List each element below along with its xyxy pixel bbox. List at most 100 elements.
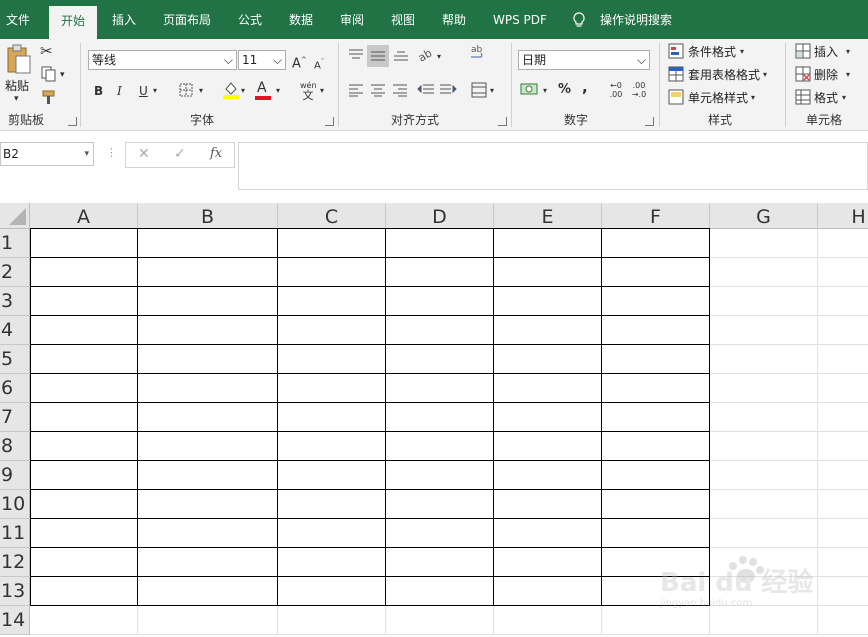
cell-f7[interactable] (602, 403, 710, 432)
cell-b14[interactable] (138, 606, 278, 635)
cell-h7[interactable] (818, 403, 868, 432)
cell-h3[interactable] (818, 287, 868, 316)
cell-b6[interactable] (138, 374, 278, 403)
align-center-icon[interactable] (370, 83, 386, 97)
name-box-dropdown-icon[interactable]: ▾ (84, 143, 89, 165)
column-header-f[interactable]: F (602, 203, 710, 229)
cell-b9[interactable] (138, 461, 278, 490)
row-header-3[interactable]: 3 (0, 287, 30, 316)
more-options-icon[interactable]: ⋮ (106, 146, 117, 159)
cell-b13[interactable] (138, 577, 278, 606)
column-header-e[interactable]: E (494, 203, 602, 229)
shrink-font-icon[interactable]: Aˇ (314, 54, 324, 74)
cell-b1[interactable] (138, 229, 278, 258)
cell-a10[interactable] (30, 490, 138, 519)
conditional-format-button[interactable]: 条件格式 (688, 43, 736, 60)
cell-g2[interactable] (710, 258, 818, 287)
cell-d9[interactable] (386, 461, 494, 490)
cell-a6[interactable] (30, 374, 138, 403)
cell-h1[interactable] (818, 229, 868, 258)
cell-e12[interactable] (494, 548, 602, 577)
cell-d11[interactable] (386, 519, 494, 548)
cell-b12[interactable] (138, 548, 278, 577)
fill-color-dropdown-icon[interactable]: ▾ (241, 83, 245, 99)
column-header-a[interactable]: A (30, 203, 138, 229)
cancel-icon[interactable]: ✕ (138, 146, 150, 162)
cell-c8[interactable] (278, 432, 386, 461)
cell-c5[interactable] (278, 345, 386, 374)
cell-g5[interactable] (710, 345, 818, 374)
delete-cells-button[interactable]: 删除 (814, 66, 838, 83)
cell-d7[interactable] (386, 403, 494, 432)
cell-f1[interactable] (602, 229, 710, 258)
cell-f8[interactable] (602, 432, 710, 461)
cell-e11[interactable] (494, 519, 602, 548)
insert-cells-button[interactable]: 插入 (814, 43, 838, 60)
cell-g9[interactable] (710, 461, 818, 490)
formula-input[interactable] (238, 142, 868, 190)
tab-review[interactable]: 审阅 (340, 0, 364, 39)
table-format-dropdown-icon[interactable]: ▾ (763, 67, 767, 83)
cell-f6[interactable] (602, 374, 710, 403)
cell-d1[interactable] (386, 229, 494, 258)
delete-cells-icon[interactable] (795, 66, 811, 82)
cell-h9[interactable] (818, 461, 868, 490)
align-middle-button[interactable] (367, 45, 389, 67)
cell-a12[interactable] (30, 548, 138, 577)
cell-e13[interactable] (494, 577, 602, 606)
cell-b2[interactable] (138, 258, 278, 287)
row-header-7[interactable]: 7 (0, 403, 30, 432)
row-header-5[interactable]: 5 (0, 345, 30, 374)
paste-icon[interactable] (6, 44, 32, 76)
column-header-b[interactable]: B (138, 203, 278, 229)
wrap-text-icon[interactable]: ab (470, 43, 488, 63)
copy-icon[interactable] (41, 66, 57, 82)
merge-icon[interactable] (471, 82, 487, 98)
cell-style-icon[interactable] (668, 89, 684, 105)
cell-h8[interactable] (818, 432, 868, 461)
cell-g10[interactable] (710, 490, 818, 519)
borders-dropdown-icon[interactable]: ▾ (199, 83, 203, 99)
font-name-box[interactable]: 等线 ⌵ (88, 50, 237, 70)
table-format-icon[interactable] (668, 66, 684, 82)
fill-color-icon[interactable] (222, 80, 240, 99)
paste-dropdown-icon[interactable]: ▾ (14, 91, 19, 107)
cell-h2[interactable] (818, 258, 868, 287)
underline-button[interactable]: U (139, 83, 148, 99)
column-header-h[interactable]: H (818, 203, 868, 229)
comma-button[interactable]: , (582, 79, 588, 95)
cell-e2[interactable] (494, 258, 602, 287)
cell-b3[interactable] (138, 287, 278, 316)
conditional-format-dropdown-icon[interactable]: ▾ (740, 44, 744, 60)
number-launcher-icon[interactable] (645, 117, 654, 126)
cell-styles-button[interactable]: 单元格样式 (688, 89, 748, 106)
cell-a11[interactable] (30, 519, 138, 548)
cell-d4[interactable] (386, 316, 494, 345)
insert-cells-dropdown-icon[interactable]: ▾ (846, 44, 850, 60)
cell-g7[interactable] (710, 403, 818, 432)
row-header-9[interactable]: 9 (0, 461, 30, 490)
tab-view[interactable]: 视图 (391, 0, 415, 39)
format-cells-dropdown-icon[interactable]: ▾ (842, 90, 846, 106)
cell-e6[interactable] (494, 374, 602, 403)
cell-f2[interactable] (602, 258, 710, 287)
font-color-button[interactable]: A (257, 80, 267, 96)
row-header-13[interactable]: 13 (0, 577, 30, 606)
font-color-dropdown-icon[interactable]: ▾ (276, 83, 280, 99)
row-header-8[interactable]: 8 (0, 432, 30, 461)
font-launcher-icon[interactable] (325, 117, 334, 126)
alignment-launcher-icon[interactable] (498, 117, 507, 126)
column-header-d[interactable]: D (386, 203, 494, 229)
row-header-12[interactable]: 12 (0, 548, 30, 577)
cell-c9[interactable] (278, 461, 386, 490)
decrease-decimal-button[interactable]: .00 →.0 (630, 81, 648, 99)
cell-c1[interactable] (278, 229, 386, 258)
cell-f10[interactable] (602, 490, 710, 519)
orientation-icon[interactable]: ab (417, 45, 435, 63)
format-cells-button[interactable]: 格式 (814, 89, 838, 106)
align-bottom-icon[interactable] (393, 48, 409, 62)
cell-c14[interactable] (278, 606, 386, 635)
column-header-g[interactable]: G (710, 203, 818, 229)
name-box[interactable]: B2 ▾ (0, 142, 94, 166)
cell-c2[interactable] (278, 258, 386, 287)
